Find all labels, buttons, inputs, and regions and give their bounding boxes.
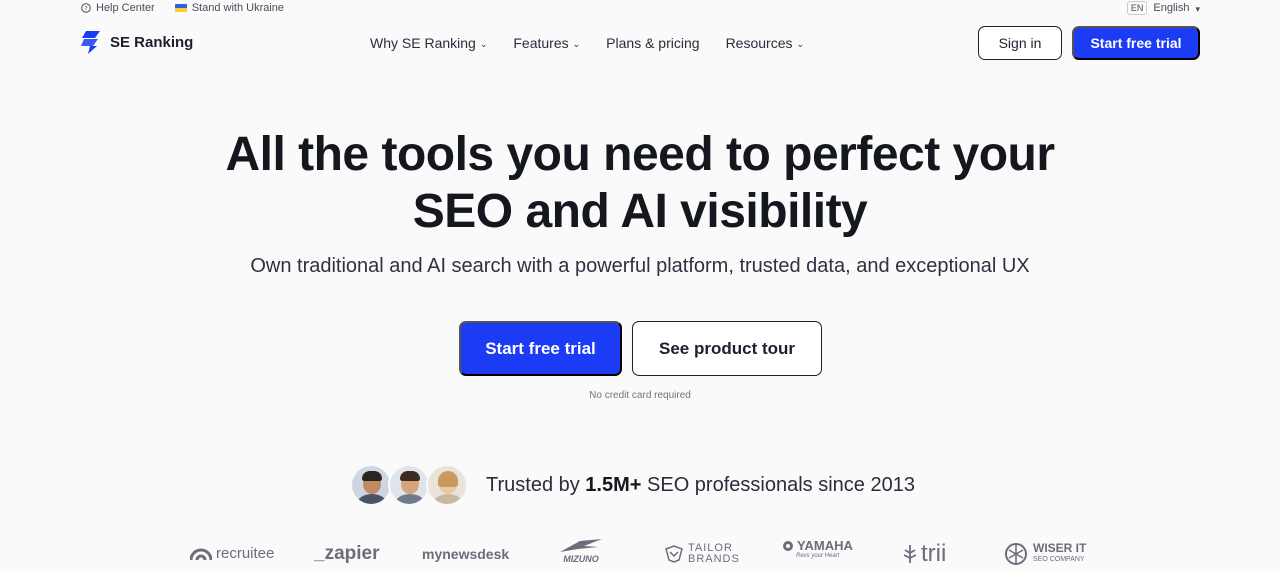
wiser-it-brain-icon — [1005, 542, 1027, 565]
menu-item-plans-pricing[interactable]: Plans & pricing — [606, 35, 699, 51]
wiser-it-subline: SEO COMPANY — [1033, 555, 1085, 563]
stand-with-ukraine-link[interactable]: Stand with Ukraine — [174, 2, 285, 14]
se-ranking-logo-icon — [81, 31, 100, 54]
trust-count: 1.5M+ — [585, 473, 642, 496]
chevron-down-icon: ▾ — [1195, 3, 1200, 14]
menu-item-label: Resources — [725, 35, 793, 51]
menu-item-label: Features — [513, 35, 569, 51]
avatar — [350, 464, 392, 506]
hero-title-line-1: All the tools you need to perfect your — [225, 128, 1055, 181]
tailor-wordmark: TAILOR — [688, 541, 733, 554]
main-menu: Why SE Ranking ⌄ Features ⌄ Plans & pric… — [370, 35, 804, 51]
language-selector[interactable]: EN English ▾ — [1126, 1, 1200, 15]
brands-wordmark: BRANDS — [688, 552, 740, 565]
trust-row: Trusted by 1.5M+ SEO professionals since… — [350, 463, 915, 507]
utility-links: ? Help Center Stand with Ukraine — [81, 2, 284, 14]
trii-logo: trii — [903, 538, 946, 569]
chevron-down-icon: ⌄ — [479, 38, 488, 49]
sign-in-button[interactable]: Sign in — [978, 26, 1062, 60]
trust-prefix: Trusted by — [486, 473, 586, 496]
avatar — [388, 464, 430, 506]
chevron-down-icon: ⌄ — [572, 38, 581, 49]
trii-wordmark: trii — [921, 539, 947, 567]
wiser-it-logo: WISER IT SEO COMPANY — [1003, 538, 1086, 569]
recruitee-wordmark: recruitee — [216, 545, 275, 562]
mynewsdesk-wordmark: mynewsdesk — [422, 545, 510, 562]
client-logos: recruitee _zapier mynewsdesk MIZUNO TAIL… — [0, 538, 1280, 569]
main-header: SE Ranking Why SE Ranking ⌄ Features ⌄ P… — [0, 22, 1280, 64]
yamaha-tuning-fork-icon — [783, 540, 793, 551]
menu-item-why-se-ranking[interactable]: Why SE Ranking ⌄ — [370, 35, 487, 51]
mizuno-runbird-icon — [560, 539, 602, 552]
hero-subtitle: Own traditional and AI search with a pow… — [250, 255, 1030, 277]
logo[interactable]: SE Ranking — [81, 30, 193, 54]
wiser-it-wordmark: WISER IT — [1033, 540, 1087, 555]
trust-suffix: SEO professionals since 2013 — [641, 473, 915, 496]
help-center-link[interactable]: ? Help Center — [81, 2, 155, 14]
product-tour-button[interactable]: See product tour — [632, 321, 822, 376]
menu-item-features[interactable]: Features ⌄ — [513, 35, 580, 51]
svg-text:?: ? — [84, 4, 87, 12]
tailor-brands-icon — [665, 544, 683, 563]
utility-bar: ? Help Center Stand with Ukraine EN Engl… — [0, 0, 1280, 16]
menu-item-label: Plans & pricing — [606, 35, 700, 51]
help-center-label: Help Center — [96, 2, 155, 14]
stand-with-ukraine-label: Stand with Ukraine — [191, 2, 285, 14]
zapier-logo: _zapier — [314, 538, 379, 569]
zapier-wordmark: _zapier — [314, 542, 380, 564]
menu-item-label: Why SE Ranking — [370, 35, 476, 51]
chevron-down-icon: ⌄ — [796, 38, 805, 49]
help-icon: ? — [81, 3, 91, 13]
logo-text: SE Ranking — [110, 33, 194, 51]
language-code: EN — [1126, 1, 1148, 15]
recruitee-logo: recruitee — [190, 538, 274, 569]
hero-title-line-2: SEO and AI visibility — [412, 185, 868, 238]
yamaha-logo: YAMAHA Revs your Heart — [782, 538, 853, 569]
mynewsdesk-logo: mynewsdesk — [422, 538, 509, 569]
trust-text: Trusted by 1.5M+ SEO professionals since… — [486, 474, 915, 497]
header-start-trial-button[interactable]: Start free trial — [1072, 26, 1200, 60]
hero-start-trial-button[interactable]: Start free trial — [459, 321, 622, 376]
language-label: English — [1153, 2, 1190, 14]
tailor-brands-logo: TAILOR BRANDS — [664, 538, 740, 569]
yamaha-wordmark: YAMAHA — [797, 538, 853, 553]
avatar — [426, 464, 468, 506]
mizuno-logo: MIZUNO — [558, 538, 604, 569]
avatar-group — [350, 464, 468, 506]
menu-item-resources[interactable]: Resources ⌄ — [726, 35, 804, 51]
ukraine-flag-icon — [174, 4, 187, 12]
mizuno-wordmark: MIZUNO — [563, 554, 599, 564]
hero-title: All the tools you need to perfect your S… — [0, 126, 1280, 240]
trii-tree-icon — [903, 544, 917, 563]
no-credit-card-note: No credit card required — [589, 390, 691, 401]
yamaha-tagline: Revs your Heart — [796, 553, 840, 559]
recruitee-icon — [190, 548, 212, 560]
